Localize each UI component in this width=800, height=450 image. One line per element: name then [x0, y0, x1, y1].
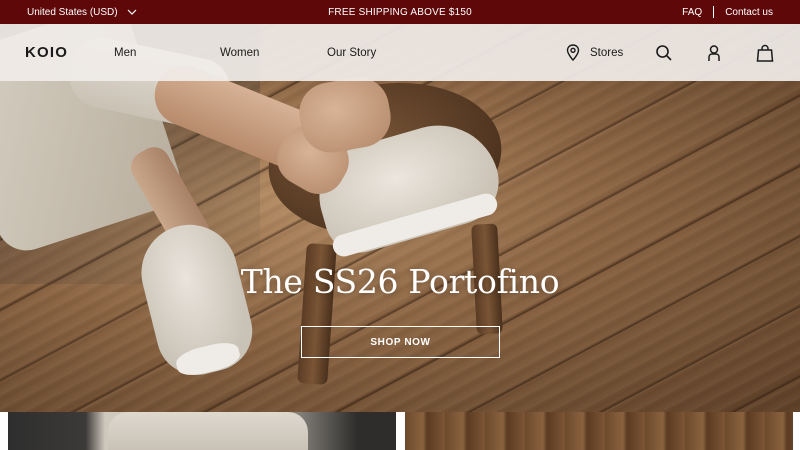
product-tile-image[interactable] [8, 412, 396, 450]
announcement-bar: United States (USD) FREE SHIPPING ABOVE … [0, 0, 800, 24]
currency-selector[interactable]: United States (USD) [27, 0, 137, 24]
stores-link[interactable]: Stores [566, 24, 623, 81]
hero-banner: The SS26 Portofino SHOP NOW [0, 24, 800, 412]
nav-men[interactable]: Men [114, 24, 136, 81]
contact-link[interactable]: Contact us [725, 7, 773, 18]
search-icon[interactable] [655, 44, 673, 62]
chevron-down-icon [127, 9, 137, 15]
stores-label: Stores [590, 46, 624, 59]
top-links: FAQ Contact us [682, 0, 773, 24]
location-pin-icon [566, 44, 580, 61]
shop-now-button[interactable]: SHOP NOW [301, 326, 500, 358]
account-icon[interactable] [705, 44, 723, 62]
nav-our-story[interactable]: Our Story [327, 24, 376, 81]
hero-title: The SS26 Portofino [240, 262, 560, 301]
link-divider [713, 6, 715, 18]
product-tile-image[interactable] [405, 412, 793, 450]
shopping-bag-icon[interactable] [756, 44, 774, 62]
currency-label: United States (USD) [27, 6, 118, 18]
faq-link[interactable]: FAQ [682, 7, 702, 18]
logo[interactable]: KOIO [25, 24, 68, 81]
product-tile-image-detail [108, 412, 308, 450]
site-header: KOIO Men Women Our Story Stores [0, 24, 800, 81]
nav-women[interactable]: Women [220, 24, 259, 81]
